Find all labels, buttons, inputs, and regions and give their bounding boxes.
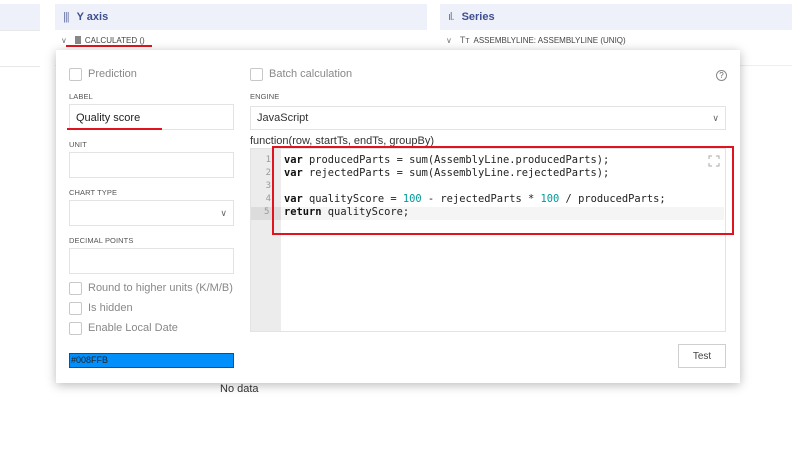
label-input-value: Quality score	[76, 112, 141, 124]
no-data-text: No data	[220, 383, 259, 395]
calculated-highlight-underline	[66, 45, 152, 47]
help-icon[interactable]: ?	[716, 70, 727, 81]
yaxis-title: Y axis	[76, 11, 109, 23]
yaxis-panel-header[interactable]: ||| Y axis	[55, 4, 427, 30]
calculated-label: CALCULATED ()	[84, 35, 145, 45]
prediction-checkbox[interactable]	[69, 68, 82, 81]
unit-field-title: UNIT	[69, 140, 87, 149]
columns-icon: |||	[63, 11, 70, 23]
label-highlight-underline	[67, 128, 162, 130]
enable-local-date-label: Enable Local Date	[88, 322, 178, 334]
is-hidden-label: Is hidden	[88, 302, 133, 314]
line-number: 2	[265, 168, 271, 178]
yaxis-calculated-row[interactable]: ∨ CALCULATED ()	[55, 30, 427, 50]
left-panel-header	[0, 4, 40, 30]
engine-field-title: ENGINE	[250, 92, 280, 101]
is-hidden-checkbox[interactable]	[69, 302, 82, 315]
calculated-field-dialog: Prediction LABEL Quality score UNIT CHAR…	[56, 50, 740, 383]
series-row[interactable]: ∨ Tт ASSEMBLYLINE: ASSEMBLYLINE (UNIQ)	[440, 30, 792, 50]
prediction-label: Prediction	[88, 68, 137, 80]
calculator-icon	[74, 36, 81, 44]
color-picker[interactable]: #008FFB	[69, 353, 234, 368]
left-panel-row	[0, 30, 40, 67]
label-input[interactable]: Quality score	[69, 104, 234, 130]
line-number: 1	[265, 155, 271, 165]
chevron-down-icon[interactable]: ∨	[61, 36, 67, 45]
series-row-label: ASSEMBLYLINE: ASSEMBLYLINE (UNIQ)	[473, 35, 626, 45]
series-title: Series	[461, 11, 495, 23]
line-number: 4	[265, 194, 271, 204]
chevron-down-icon[interactable]: ∨	[446, 36, 452, 45]
bar-chart-icon: ıl.	[448, 11, 454, 23]
round-units-checkbox[interactable]	[69, 282, 82, 295]
unit-input[interactable]	[69, 152, 234, 178]
engine-value: JavaScript	[257, 112, 309, 124]
decimal-points-input[interactable]	[69, 248, 234, 274]
chart-type-field-title: CHART TYPE	[69, 188, 118, 197]
line-number: 3	[265, 181, 271, 191]
enable-local-date-checkbox[interactable]	[69, 322, 82, 335]
engine-select[interactable]: JavaScript ∨	[250, 106, 726, 130]
chevron-down-icon: ∨	[712, 112, 719, 123]
label-field-title: LABEL	[69, 92, 93, 101]
round-units-label: Round to higher units (K/M/B)	[88, 282, 233, 294]
text-type-icon: Tт	[459, 35, 470, 45]
batch-calculation-checkbox[interactable]	[250, 68, 263, 81]
chart-type-select[interactable]: ∨	[69, 200, 234, 226]
batch-calculation-label: Batch calculation	[269, 68, 353, 80]
code-highlight-box	[272, 146, 734, 235]
test-button[interactable]: Test	[678, 344, 726, 368]
series-panel-header[interactable]: ıl. Series	[440, 4, 792, 30]
chevron-down-icon: ∨	[220, 208, 227, 218]
decimal-points-field-title: DECIMAL POINTS	[69, 236, 134, 245]
